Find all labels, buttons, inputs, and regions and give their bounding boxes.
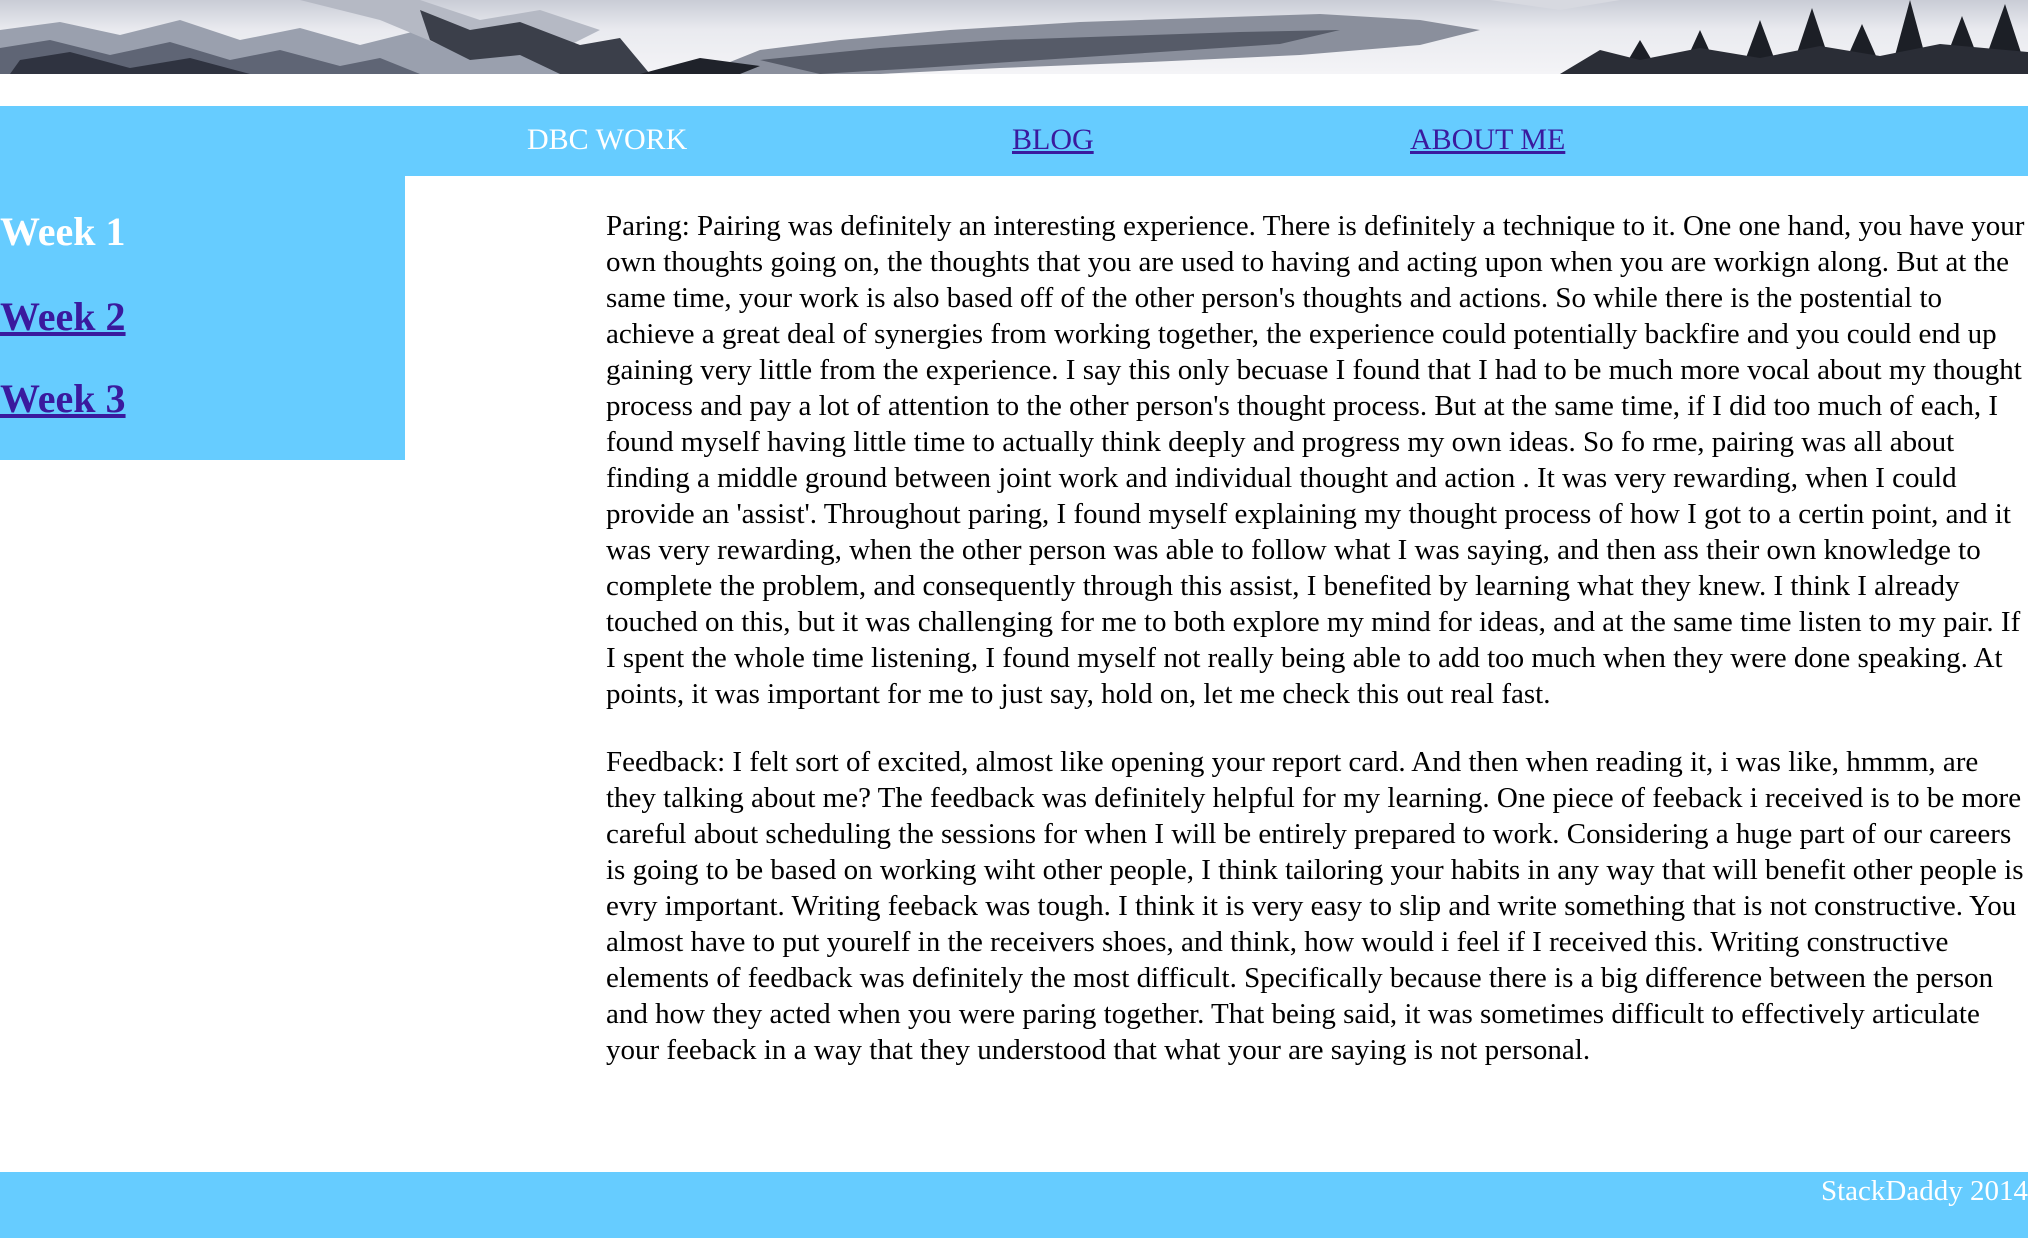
nav-dbc-work: DBC WORK bbox=[527, 123, 688, 156]
sidebar-item-week-3[interactable]: Week 3 bbox=[0, 376, 126, 422]
sidebar-item-week-1: Week 1 bbox=[0, 209, 126, 254]
nav-about-me-link[interactable]: ABOUT ME bbox=[1410, 122, 1565, 158]
pairing-paragraph: Paring: Pairing was definitely an intere… bbox=[606, 210, 2025, 710]
sidebar: Week 1 Week 2 Week 3 bbox=[0, 176, 405, 460]
main-content: Paring: Pairing was definitely an intere… bbox=[606, 208, 2026, 1100]
nav-blog-link[interactable]: BLOG bbox=[1012, 122, 1094, 158]
sidebar-item-week-2[interactable]: Week 2 bbox=[0, 294, 126, 340]
feedback-paragraph: Feedback: I felt sort of excited, almost… bbox=[606, 746, 2024, 1066]
footer-credit: StackDaddy 2014 bbox=[1821, 1175, 2028, 1207]
top-nav-bar: DBC WORK BLOG ABOUT ME bbox=[0, 106, 2028, 176]
header-banner-image bbox=[0, 0, 2028, 74]
page: DBC WORK BLOG ABOUT ME Week 1 Week 2 Wee… bbox=[0, 0, 2028, 1238]
footer: StackDaddy 2014 bbox=[0, 1172, 2028, 1238]
